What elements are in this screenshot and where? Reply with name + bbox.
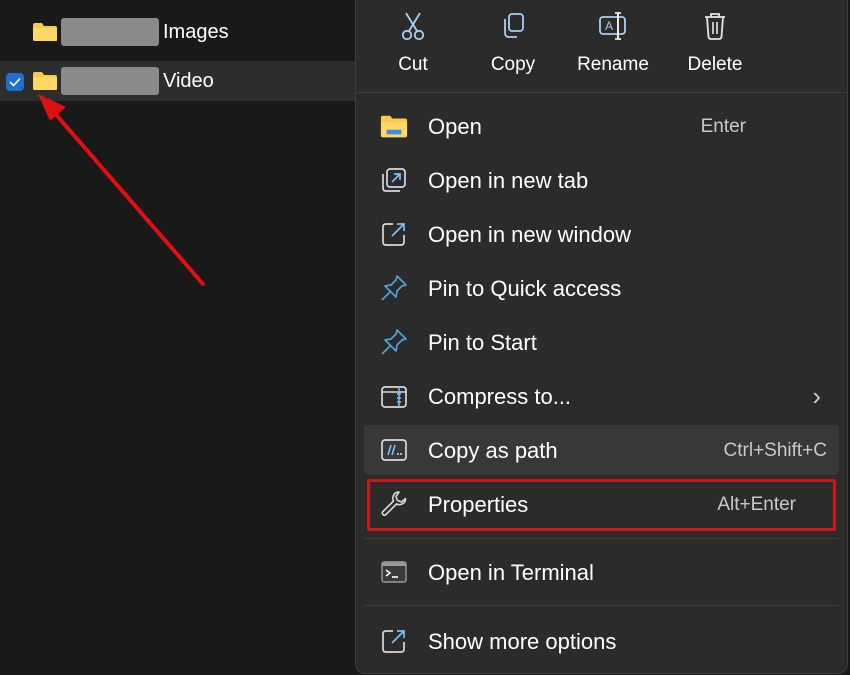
pin-icon bbox=[380, 328, 408, 356]
annotation-arrow bbox=[38, 94, 205, 286]
menu-label: Pin to Start bbox=[428, 330, 537, 355]
open-window-icon bbox=[380, 220, 408, 248]
terminal-icon bbox=[380, 558, 408, 586]
menu-item-open[interactable]: Open Enter bbox=[364, 101, 839, 151]
scissors-icon bbox=[398, 10, 428, 42]
menu-label: Compress to... bbox=[428, 384, 572, 409]
copy-path-icon bbox=[380, 436, 408, 464]
trash-icon bbox=[700, 10, 730, 42]
delete-label: Delete bbox=[687, 54, 743, 75]
folder-icon bbox=[380, 112, 408, 140]
cut-button[interactable]: Cut bbox=[363, 10, 463, 85]
rename-button[interactable]: A Rename bbox=[563, 10, 663, 85]
shortcut-text: Enter bbox=[700, 116, 746, 137]
menu-item-show-more-options[interactable]: Show more options bbox=[364, 616, 839, 666]
pin-icon bbox=[380, 274, 408, 302]
menu-label: Open in Terminal bbox=[428, 560, 594, 585]
menu-item-compress[interactable]: Compress to... › bbox=[364, 371, 839, 421]
copy-icon bbox=[498, 10, 528, 42]
rename-label: Rename bbox=[577, 54, 649, 75]
menu-label: Open in new window bbox=[428, 222, 632, 247]
delete-button[interactable]: Delete bbox=[665, 10, 765, 85]
menu-item-open-new-tab[interactable]: Open in new tab bbox=[364, 155, 839, 205]
menu-item-copy-path[interactable]: Copy as path Ctrl+Shift+C bbox=[364, 425, 839, 475]
context-menu: Cut Copy A Rename Delete Open Enter Open… bbox=[355, 0, 848, 674]
menu-label: Open bbox=[428, 114, 482, 139]
menu-separator bbox=[364, 538, 839, 539]
more-options-icon bbox=[380, 627, 408, 655]
menu-label: Show more options bbox=[428, 629, 617, 654]
menu-item-open-new-window[interactable]: Open in new window bbox=[364, 209, 839, 259]
copy-button[interactable]: Copy bbox=[463, 10, 563, 85]
copy-label: Copy bbox=[490, 54, 536, 75]
menu-separator bbox=[364, 605, 839, 606]
cut-label: Cut bbox=[398, 54, 428, 75]
new-tab-icon bbox=[380, 166, 408, 194]
chevron-right-icon: › bbox=[812, 381, 821, 411]
menu-toolbar: Cut Copy A Rename Delete bbox=[356, 0, 847, 93]
menu-item-pin-quick-access[interactable]: Pin to Quick access bbox=[364, 263, 839, 313]
menu-label: Open in new tab bbox=[428, 168, 589, 193]
highlight-box bbox=[367, 479, 836, 531]
menu-label: Pin to Quick access bbox=[428, 276, 622, 301]
svg-text:A: A bbox=[605, 19, 613, 33]
shortcut-text: Ctrl+Shift+C bbox=[723, 440, 827, 461]
menu-label: Copy as path bbox=[428, 438, 558, 463]
archive-icon bbox=[380, 382, 408, 410]
menu-item-pin-start[interactable]: Pin to Start bbox=[364, 317, 839, 367]
rename-icon: A bbox=[598, 10, 628, 42]
menu-item-terminal[interactable]: Open in Terminal bbox=[364, 547, 839, 597]
